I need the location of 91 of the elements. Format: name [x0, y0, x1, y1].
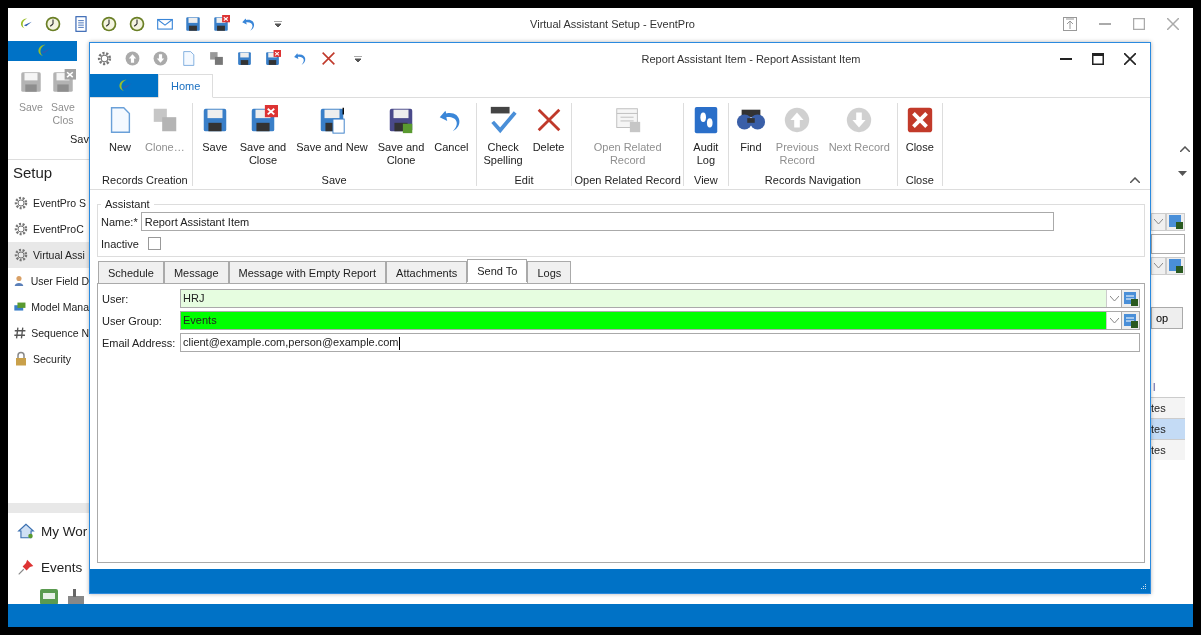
gear-icon	[13, 247, 29, 263]
sidebar-item[interactable]: User Field D	[8, 268, 89, 294]
field-label: User Group:	[102, 314, 163, 327]
sidebar-title: Setup	[12, 163, 54, 183]
machine-icon[interactable]	[68, 589, 84, 605]
document-icon[interactable]	[72, 15, 90, 33]
hash-icon	[13, 325, 28, 341]
save-icon[interactable]	[184, 15, 202, 33]
ribbon-button[interactable]: Check Spelling	[478, 105, 528, 174]
lookup-button[interactable]	[1166, 257, 1185, 275]
table-cell: tes	[1151, 397, 1185, 418]
sidebar-item[interactable]: EventPro S	[8, 190, 89, 216]
lookup-button[interactable]	[1122, 289, 1140, 308]
email-field[interactable]: client@example.com,person@example.com	[180, 333, 1140, 352]
collapse-icon[interactable]	[1180, 146, 1190, 152]
tab[interactable]: Schedule	[98, 261, 164, 283]
gear-icon	[13, 221, 29, 237]
save-close-icon	[50, 69, 76, 95]
ribbon-tab[interactable]: Home	[158, 74, 214, 98]
tab[interactable]: Message with Empty Report	[228, 261, 387, 283]
dropdown-arrow-icon[interactable]	[274, 21, 282, 27]
combo-field[interactable]: HRJ	[180, 289, 1122, 308]
gear-icon	[13, 195, 29, 211]
home-icon	[17, 522, 35, 540]
tab[interactable]: Logs	[527, 261, 572, 283]
group-label: Records Navigation	[764, 174, 861, 186]
ribbon-button[interactable]: Audit Log	[685, 105, 726, 174]
group-label: Sav	[69, 133, 89, 145]
field-label: Name:*	[101, 215, 138, 228]
group-title: Assistant	[104, 198, 151, 210]
dropdown-arrow-icon[interactable]	[354, 55, 362, 62]
pin-window-icon[interactable]	[1063, 17, 1077, 31]
panel-button[interactable]: op	[1151, 307, 1183, 329]
group-label: Edit	[514, 174, 534, 186]
column-header: l	[1152, 381, 1157, 395]
ribbon-button[interactable]: Save and Close	[234, 105, 292, 174]
lock-icon	[13, 351, 29, 367]
window-title: Report Assistant Item - Report Assistant Item	[640, 52, 862, 65]
group-label: Open Related Record	[574, 174, 681, 186]
ribbon-button[interactable]: Save	[194, 105, 235, 174]
gear-icon[interactable]	[96, 50, 113, 67]
dropdown-arrow-icon[interactable]	[1178, 171, 1187, 176]
sidebar-item[interactable]: Virtual Assi	[8, 242, 89, 268]
group-label: Save	[321, 174, 347, 186]
ribbon-button[interactable]: Delete	[527, 105, 570, 174]
ribbon-button[interactable]: Save and New	[291, 105, 373, 174]
tab[interactable]: Attachments	[386, 261, 468, 283]
minimize-icon[interactable]	[1060, 57, 1072, 60]
name-field[interactable]: Report Assistant Item	[140, 212, 1054, 231]
resize-grip-icon[interactable]	[1139, 582, 1147, 590]
window-title: Virtual Assistant Setup - EventPro	[529, 18, 696, 30]
ribbon-button[interactable]: New	[100, 105, 140, 174]
table-cell: tes	[1151, 439, 1185, 460]
group-label: Close	[905, 174, 934, 186]
clock-icon[interactable]	[44, 15, 62, 33]
pin-icon	[17, 558, 35, 576]
tab[interactable]: Send To	[467, 259, 528, 282]
save-close-icon[interactable]	[264, 50, 281, 67]
field-label: Email Address:	[102, 336, 177, 349]
combo-field[interactable]: Events	[180, 311, 1122, 330]
nav-item[interactable]: My Wor	[8, 513, 89, 549]
save-close-icon[interactable]	[212, 15, 230, 33]
collapse-icon[interactable]	[1130, 177, 1140, 183]
sidebar-item[interactable]: Security	[8, 346, 89, 372]
chevron-down-icon[interactable]	[1109, 295, 1119, 302]
spell-check-icon	[488, 105, 519, 135]
sidebar-item[interactable]: EventProC	[8, 216, 89, 242]
checkbox-label: Inactive	[101, 237, 139, 250]
tab[interactable]: Message	[163, 261, 229, 283]
clock-icon[interactable]	[100, 15, 118, 33]
group-label: View	[694, 174, 718, 186]
field-label: User:	[102, 292, 130, 305]
sidebar-item[interactable]: Model Mana	[8, 294, 89, 320]
input-field[interactable]	[1151, 234, 1185, 254]
cubes-icon[interactable]	[208, 50, 225, 67]
sidebar-item[interactable]: Sequence N	[8, 320, 89, 346]
ribbon-button[interactable]: Save and Clone	[372, 105, 430, 174]
save-icon	[18, 69, 44, 95]
maximize-icon[interactable]	[1092, 52, 1104, 65]
ribbon-button[interactable]: Find	[730, 105, 771, 174]
clock-icon[interactable]	[128, 15, 146, 33]
group-label: Records Creation	[102, 174, 188, 186]
ribbon-button[interactable]: Cancel	[429, 105, 474, 174]
lookup-button[interactable]	[1166, 213, 1185, 231]
lookup-button[interactable]	[1122, 311, 1140, 330]
nav-item[interactable]: Events	[8, 549, 89, 585]
close-icon[interactable]	[1124, 52, 1136, 65]
ribbon-button[interactable]: Close	[899, 105, 940, 174]
table-cell: tes	[1151, 418, 1185, 439]
save-icon[interactable]	[236, 50, 253, 67]
chevron-down-icon[interactable]	[1109, 317, 1119, 324]
